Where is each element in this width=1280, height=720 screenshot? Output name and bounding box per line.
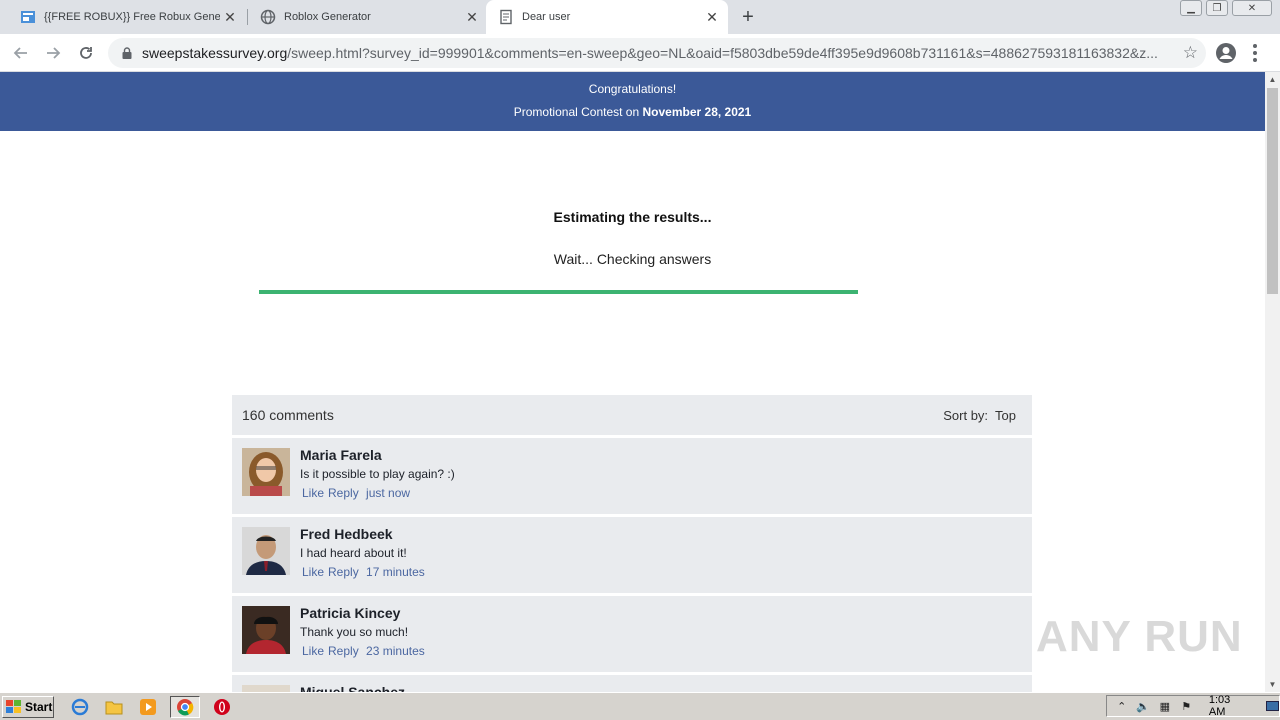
promo-banner: Congratulations! Promotional Contest on …: [0, 72, 1265, 131]
comment-time: just now: [366, 486, 411, 500]
chrome-icon[interactable]: [170, 695, 200, 718]
banner-congrats: Congratulations!: [588, 82, 677, 96]
tab-free-robux[interactable]: {{FREE ROBUX}} Free Robux Gener ✕: [0, 0, 246, 34]
watermark-logo: ANY RUN: [1036, 612, 1243, 662]
comments-section: 160 comments Sort by: Top Maria Farela I…: [232, 395, 1032, 692]
show-desktop-icon[interactable]: [1265, 701, 1279, 711]
comment-text: Is it possible to play again? :): [300, 467, 455, 481]
like-link[interactable]: Like: [302, 565, 324, 579]
comment-author[interactable]: Miguel Sanchez: [300, 684, 405, 692]
close-tab-icon[interactable]: ✕: [462, 7, 482, 27]
tab-dear-user[interactable]: Dear user ✕: [486, 0, 728, 34]
comment-item: Fred Hedbeek I had heard about it! Like R…: [232, 517, 1032, 593]
url-domain: sweepstakessurvey.org: [142, 45, 288, 61]
reply-link[interactable]: Reply: [328, 486, 359, 500]
comment-text: I had heard about it!: [300, 546, 407, 560]
url-path: /sweep.html?survey_id=999901&comments=en…: [287, 45, 1158, 61]
windows-logo-icon: [6, 699, 21, 713]
new-tab-button[interactable]: +: [738, 7, 758, 27]
checking-answers-text: Wait... Checking answers: [553, 251, 712, 267]
sort-control[interactable]: Sort by: Top: [943, 408, 1016, 423]
restore-icon[interactable]: ❐: [1206, 0, 1228, 16]
bookmark-star-icon[interactable]: ☆: [1183, 43, 1198, 63]
globe-icon: [260, 9, 276, 25]
close-tab-icon[interactable]: ✕: [702, 7, 722, 27]
url-text[interactable]: sweepstakessurvey.org/sweep.html?survey_…: [142, 45, 1172, 61]
comment-author[interactable]: Patricia Kincey: [300, 605, 400, 621]
estimating-heading: Estimating the results...: [553, 209, 712, 225]
page-viewport: Congratulations! Promotional Contest on …: [0, 72, 1265, 692]
comment-time: 23 minutes: [366, 644, 425, 658]
taskbar-clock[interactable]: 1:03 AM: [1209, 694, 1248, 718]
address-bar[interactable]: sweepstakessurvey.org/sweep.html?survey_…: [108, 38, 1206, 68]
reply-link[interactable]: Reply: [328, 565, 359, 579]
tab-title: {{FREE ROBUX}} Free Robux Gener: [44, 11, 220, 23]
sort-label: Sort by:: [943, 407, 989, 423]
banner-prefix: Promotional Contest on: [513, 105, 643, 119]
tab-title: Dear user: [522, 11, 571, 23]
sort-value: Top: [995, 407, 1016, 423]
tab-title: Roblox Generator: [284, 11, 371, 23]
browser-toolbar: sweepstakessurvey.org/sweep.html?survey_…: [0, 34, 1280, 72]
reload-icon[interactable]: [75, 42, 97, 64]
avatar: [242, 606, 290, 654]
volume-icon[interactable]: 🔈: [1136, 699, 1150, 713]
comments-count: 160 comments: [242, 407, 334, 423]
page-scrollbar[interactable]: ▲ ▼: [1265, 72, 1280, 692]
comment-actions: Like Reply 17 minutes: [302, 565, 429, 579]
document-icon: [500, 9, 512, 25]
close-window-icon[interactable]: ✕: [1232, 0, 1272, 16]
action-center-flag-icon[interactable]: ⚑: [1179, 699, 1192, 713]
start-button[interactable]: Start: [2, 695, 54, 718]
file-explorer-icon[interactable]: [102, 696, 126, 718]
comment-actions: Like Reply 23 minutes: [302, 644, 429, 658]
start-label: Start: [25, 699, 53, 714]
comment-text: Thank you so much!: [300, 625, 409, 639]
comment-author[interactable]: Fred Hedbeek: [300, 526, 393, 542]
forward-arrow-icon[interactable]: [42, 42, 64, 64]
watermark-text: ANY RUN: [1036, 612, 1243, 661]
scroll-down-icon[interactable]: ▼: [1265, 677, 1280, 692]
comments-header: 160 comments Sort by: Top: [232, 395, 1032, 435]
banner-contest-line: Promotional Contest on November 28, 2021: [0, 98, 1265, 119]
network-icon[interactable]: ▦: [1158, 699, 1171, 713]
avatar: [242, 685, 290, 692]
opera-icon[interactable]: [210, 696, 234, 718]
lock-icon[interactable]: [120, 46, 134, 60]
internet-explorer-icon[interactable]: [68, 696, 92, 718]
scroll-thumb[interactable]: [1267, 88, 1278, 294]
comment-item: Miguel Sanchez: [232, 675, 1032, 692]
progress-fill: [259, 290, 858, 294]
tray-expand-icon[interactable]: ⌃: [1115, 699, 1128, 713]
system-tray: ⌃ 🔈 ▦ ⚑ 1:03 AM: [1106, 694, 1280, 718]
profile-avatar-icon[interactable]: [1214, 41, 1238, 65]
like-link[interactable]: Like: [302, 644, 324, 658]
minimize-icon[interactable]: ▁: [1180, 0, 1202, 16]
back-arrow-icon[interactable]: [10, 42, 32, 64]
close-tab-icon[interactable]: ✕: [220, 7, 240, 27]
comment-author[interactable]: Maria Farela: [300, 447, 382, 463]
avatar: [242, 527, 290, 575]
reply-link[interactable]: Reply: [328, 644, 359, 658]
banner-date: November 28, 2021: [642, 105, 752, 119]
windows-taskbar: Start ⌃ 🔈 ▦ ⚑ 1:03 AM: [0, 692, 1280, 720]
progress-bar: [259, 290, 858, 294]
comment-item: Maria Farela Is it possible to play agai…: [232, 438, 1032, 514]
scroll-up-icon[interactable]: ▲: [1265, 72, 1280, 87]
tab-roblox-generator[interactable]: Roblox Generator ✕: [240, 0, 488, 34]
media-player-icon[interactable]: [136, 696, 160, 718]
comment-actions: Like Reply just now: [302, 486, 414, 500]
tab-strip: {{FREE ROBUX}} Free Robux Gener ✕ Roblox…: [0, 0, 1280, 34]
menu-kebab-icon[interactable]: [1252, 42, 1258, 64]
comment-item: Patricia Kincey Thank you so much! Like R…: [232, 596, 1032, 672]
window-controls: ▁ ❐ ✕: [1180, 0, 1272, 16]
page-icon: [21, 11, 35, 23]
comment-time: 17 minutes: [366, 565, 425, 579]
like-link[interactable]: Like: [302, 486, 324, 500]
avatar: [242, 448, 290, 496]
